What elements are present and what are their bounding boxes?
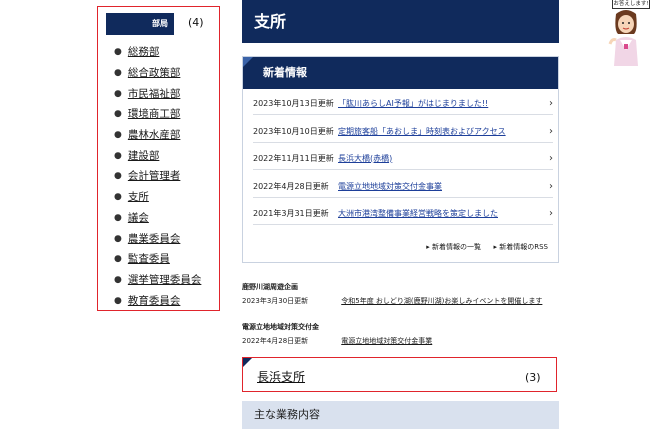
bullet-icon: ● [114,109,122,120]
news-item[interactable]: 2022年11月11日更新 長浜大橋(赤橋) › [253,147,553,170]
sidebar-item-label[interactable]: 環境商工部 [128,104,181,124]
sidebar-item-label[interactable]: 議会 [128,208,149,228]
duties-heading: 主な業務内容 [242,401,559,429]
news-panel: 新着情報 2023年10月13日更新 「肱川あらしAI予報」がはじまりました!!… [242,56,559,263]
sidebar-item-label[interactable]: 総合政策部 [128,63,181,83]
sidebar-item-label[interactable]: 支所 [128,187,149,207]
news-date: 2023年10月13日更新 [253,98,334,108]
sidebar-item-label[interactable]: 総務部 [128,42,160,62]
department-list: ● 総務部 ● 総合政策部 ● 市民福祉部 ● 環境商工部 ● 農林水産部 ● 建設部 ● 会… [114,42,201,311]
corner-accent-icon [243,57,253,67]
sidebar-item-senkyo[interactable]: ● 選挙管理委員会 [114,270,201,291]
news-date: 2022年11月11日更新 [253,153,334,163]
section-heading: 鹿野川湖周遊企画 [242,283,298,291]
corner-accent-icon [243,358,252,367]
news-item[interactable]: 2023年10月10日更新 定期旅客船「あおしま」時刻表およびアクセス › [253,120,553,143]
news-date: 2022年4月28日更新 [253,181,329,191]
sidebar-item-label[interactable]: 監査委員 [128,249,170,269]
news-item[interactable]: 2022年4月28日更新 電源立地地域対策交付金事業 › [253,175,553,198]
sidebar-item-label[interactable]: 農林水産部 [128,125,181,145]
news-footer-links: ▸ 新着情報の一覧 ▸ 新着情報のRSS [426,242,548,252]
mascot-assistant[interactable]: お答えします! [598,0,650,66]
news-list-link[interactable]: 新着情報の一覧 [432,243,481,251]
bullet-icon: ● [114,254,122,265]
page-title: 支所 [242,0,559,43]
office-name-link[interactable]: 長浜支所 [257,368,305,385]
triangle-right-icon: ▸ [493,243,497,251]
chevron-right-icon: › [549,180,553,192]
department-sidebar: 部局 (4) ● 総務部 ● 総合政策部 ● 市民福祉部 ● 環境商工部 ● 農林水産部 … [97,6,220,311]
sidebar-item-kensetsu[interactable]: ● 建設部 [114,145,201,166]
bullet-icon: ● [114,274,122,285]
news-date: 2023年10月10日更新 [253,126,334,136]
bullet-icon: ● [114,88,122,99]
bullet-icon: ● [114,212,122,223]
chevron-right-icon: › [549,97,553,109]
sidebar-item-nogyo-iinkai[interactable]: ● 農業委員会 [114,228,201,249]
news-link[interactable]: 電源立地地域対策交付金事業 [338,181,541,192]
sidebar-item-label[interactable]: 教育委員会 [128,291,181,311]
chevron-right-icon: › [549,125,553,137]
sidebar-item-kankyo-shoko[interactable]: ● 環境商工部 [114,104,201,125]
sidebar-item-kansa[interactable]: ● 監査委員 [114,249,201,270]
sidebar-item-norin-suisan[interactable]: ● 農林水産部 [114,125,201,146]
sidebar-item-shimin-fukushi[interactable]: ● 市民福祉部 [114,83,201,104]
sidebar-item-label[interactable]: 選挙管理委員会 [128,270,202,290]
sidebar-item-label[interactable]: 市民福祉部 [128,84,181,104]
news-item[interactable]: 2023年10月13日更新 「肱川あらしAI予報」がはじまりました!! › [253,92,553,115]
news-link[interactable]: 「肱川あらしAI予報」がはじまりました!! [338,98,541,109]
bullet-icon: ● [114,192,122,203]
news-link[interactable]: 定期旅客船「あおしま」時刻表およびアクセス [338,126,541,137]
bullet-icon: ● [114,68,122,79]
bullet-icon: ● [114,47,122,58]
news-date: 2021年3月31日更新 [253,208,329,218]
news-item[interactable]: 2021年3月31日更新 大洲市港湾整備事業経営戦略を策定しました › [253,202,553,225]
section-date: 2023年3月30日更新 [242,297,309,305]
sidebar-item-label[interactable]: 建設部 [128,146,160,166]
section-heading: 電源立地地域対策交付金 [242,323,319,331]
sidebar-item-sougou-seisaku[interactable]: ● 総合政策部 [114,63,201,84]
sidebar-item-kyoiku[interactable]: ● 教育委員会 [114,290,201,311]
section-link[interactable]: 令和5年度 おしどり湖(鹿野川湖)お楽しみイベントを開催します [341,297,542,305]
office-box: 長浜支所 (3) [242,357,557,392]
sidebar-item-soumu[interactable]: ● 総務部 [114,42,201,63]
news-heading-text: 新着情報 [263,66,307,79]
section-link[interactable]: 電源立地地域対策交付金事業 [341,337,432,345]
bullet-icon: ● [114,233,122,244]
sidebar-item-kaikei[interactable]: ● 会計管理者 [114,166,201,187]
section-item[interactable]: 2022年4月28日更新 電源立地地域対策交付金事業 [242,336,432,346]
section-item[interactable]: 2023年3月30日更新 令和5年度 おしどり湖(鹿野川湖)お楽しみイベントを開… [242,296,542,306]
news-heading: 新着情報 [243,57,558,89]
chevron-right-icon: › [549,207,553,219]
news-link[interactable]: 長浜大橋(赤橋) [338,153,541,164]
bullet-icon: ● [114,295,122,306]
sidebar-marker: (4) [188,16,204,29]
triangle-right-icon: ▸ [426,243,430,251]
sidebar-item-label[interactable]: 会計管理者 [128,166,181,186]
sidebar-item-gikai[interactable]: ● 議会 [114,208,201,229]
section-date: 2022年4月28日更新 [242,337,309,345]
bullet-icon: ● [114,150,122,161]
sidebar-item-label[interactable]: 農業委員会 [128,229,181,249]
news-rss-link[interactable]: 新着情報のRSS [499,243,548,251]
mascot-bubble: お答えします! [612,0,650,9]
sidebar-item-shisho[interactable]: ● 支所 [114,187,201,208]
bullet-icon: ● [114,171,122,182]
office-marker: (3) [525,371,541,384]
bullet-icon: ● [114,130,122,141]
chevron-right-icon: › [549,152,553,164]
mascot-icon [608,10,638,66]
news-link[interactable]: 大洲市港湾整備事業経営戦略を策定しました [338,208,541,219]
sidebar-heading: 部局 [106,13,174,35]
